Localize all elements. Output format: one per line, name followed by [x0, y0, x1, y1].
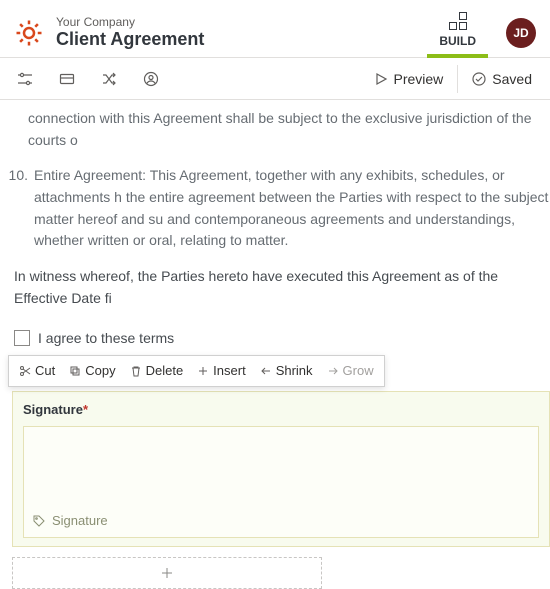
document-content: connection with this Agreement shall be …: [0, 100, 550, 589]
arrow-right-icon: [327, 365, 339, 377]
saved-status: Saved: [458, 58, 546, 100]
tag-icon: [32, 514, 46, 528]
copy-icon: [69, 365, 81, 377]
signature-placeholder: Signature: [32, 511, 108, 531]
preview-label: Preview: [394, 71, 444, 87]
company-logo-icon: [14, 18, 44, 48]
trash-icon: [130, 365, 142, 377]
signature-block[interactable]: Signature* Signature: [12, 391, 550, 547]
preview-button[interactable]: Preview: [360, 58, 458, 100]
arrow-left-icon: [260, 365, 272, 377]
cut-button[interactable]: Cut: [13, 356, 61, 386]
add-block-button[interactable]: [12, 557, 322, 589]
signature-label: Signature*: [23, 400, 539, 420]
card-icon[interactable]: [46, 58, 88, 100]
context-toolbar: Cut Copy Delete Insert Shrink Grow: [8, 355, 385, 387]
page-title: Client Agreement: [56, 29, 427, 51]
clause-10: 10. Entire Agreement: This Agreement, to…: [28, 165, 550, 252]
agree-checkbox-row[interactable]: I agree to these terms: [14, 328, 550, 350]
scissors-icon: [19, 365, 31, 377]
mode-label: BUILD: [439, 34, 476, 48]
mode-tab-build[interactable]: BUILD: [427, 8, 488, 58]
signature-input[interactable]: Signature: [23, 426, 539, 538]
company-subtitle: Your Company: [56, 15, 427, 29]
toolbar: Preview Saved: [0, 58, 550, 100]
insert-button[interactable]: Insert: [191, 356, 252, 386]
play-icon: [374, 72, 388, 86]
required-marker: *: [83, 402, 88, 417]
checkbox-icon[interactable]: [14, 330, 30, 346]
saved-label: Saved: [492, 71, 532, 87]
grow-button: Grow: [321, 356, 380, 386]
clause-9-tail: connection with this Agreement shall be …: [28, 108, 550, 151]
app-header: Your Company Client Agreement BUILD JD: [0, 0, 550, 58]
shrink-button[interactable]: Shrink: [254, 356, 319, 386]
avatar[interactable]: JD: [506, 18, 536, 48]
delete-button[interactable]: Delete: [124, 356, 190, 386]
clause-number: 10.: [6, 165, 28, 252]
check-circle-icon: [472, 72, 486, 86]
shuffle-icon[interactable]: [88, 58, 130, 100]
title-block: Your Company Client Agreement: [56, 15, 427, 51]
clause-body: Entire Agreement: This Agreement, togeth…: [34, 165, 550, 252]
plus-icon: [197, 365, 209, 377]
sliders-icon[interactable]: [4, 58, 46, 100]
user-circle-icon[interactable]: [130, 58, 172, 100]
checkbox-label: I agree to these terms: [38, 328, 174, 350]
grid-icon: [449, 12, 467, 30]
copy-button[interactable]: Copy: [63, 356, 121, 386]
plus-icon: [160, 566, 174, 580]
witness-line: In witness whereof, the Parties hereto h…: [14, 266, 550, 309]
